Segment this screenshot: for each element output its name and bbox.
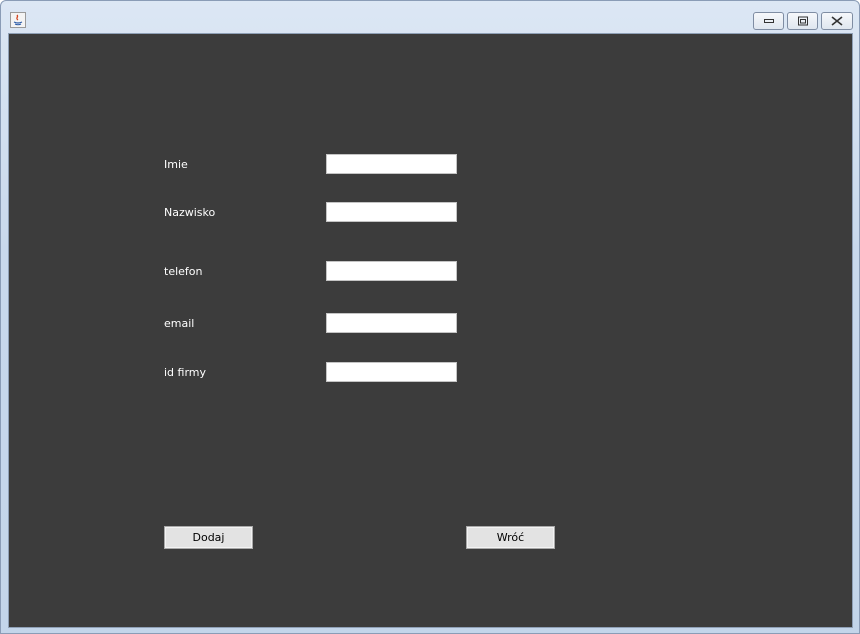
last-name-label: Nazwisko (164, 206, 216, 219)
company-id-label: id firmy (164, 366, 207, 379)
back-button[interactable]: Wróć (466, 526, 555, 549)
phone-label: telefon (164, 265, 203, 278)
first-name-field[interactable] (326, 154, 457, 174)
company-id-field[interactable] (326, 362, 457, 382)
close-button[interactable] (821, 12, 853, 30)
last-name-field[interactable] (326, 202, 457, 222)
maximize-button[interactable] (787, 12, 818, 30)
java-icon[interactable] (10, 12, 26, 28)
first-name-label: Imie (164, 158, 188, 171)
email-label: email (164, 317, 195, 330)
phone-field[interactable] (326, 261, 457, 281)
close-icon (831, 16, 843, 26)
minimize-button[interactable] (753, 12, 784, 30)
title-bar[interactable] (1, 1, 859, 32)
form-panel: Imie Nazwisko telefon email id firmy Dod… (8, 33, 853, 628)
email-field[interactable] (326, 313, 457, 333)
maximize-icon (797, 16, 808, 26)
minimize-icon (763, 19, 774, 23)
add-button[interactable]: Dodaj (164, 526, 253, 549)
app-window: Imie Nazwisko telefon email id firmy Dod… (0, 0, 860, 634)
